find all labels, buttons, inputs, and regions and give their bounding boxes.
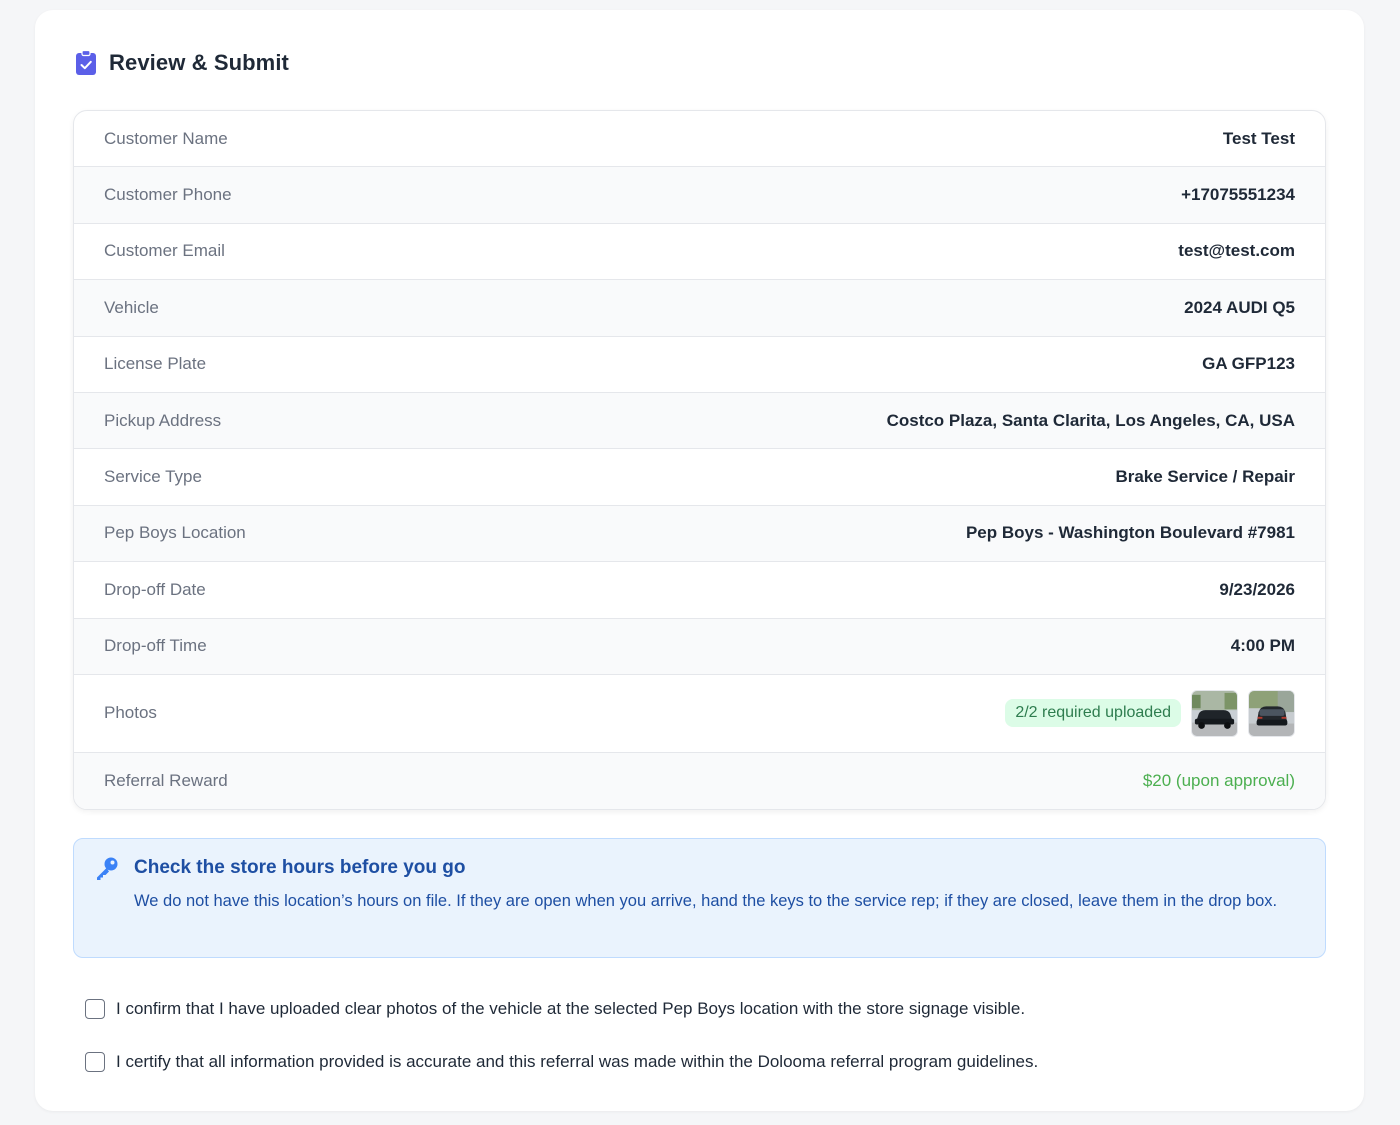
row-label: License Plate <box>104 354 207 374</box>
page-title: Review & Submit <box>109 50 289 75</box>
row-label: Photos <box>104 703 157 723</box>
row-photos: Photos 2/2 required uploaded <box>74 675 1325 753</box>
row-value: $20 (upon approval) <box>1142 771 1295 791</box>
row-value: Costco Plaza, Santa Clarita, Los Angeles… <box>886 410 1295 430</box>
key-icon <box>97 857 118 880</box>
row-pickup-address: Pickup Address Costco Plaza, Santa Clari… <box>74 392 1325 450</box>
confirm-photos-checkbox[interactable] <box>85 999 105 1019</box>
row-value: 4:00 PM <box>1230 636 1295 656</box>
row-label: Vehicle <box>104 297 159 317</box>
summary-table: Customer Name Test Test Customer Phone +… <box>73 110 1326 811</box>
row-value: 9/23/2026 <box>1219 579 1295 599</box>
row-label: Pep Boys Location <box>104 523 246 543</box>
confirm-photos-row[interactable]: I confirm that I have uploaded clear pho… <box>85 999 1025 1019</box>
row-label: Drop-off Date <box>104 579 206 599</box>
row-service-type: Service Type Brake Service / Repair <box>74 449 1325 506</box>
row-value: Test Test <box>1222 128 1295 148</box>
notice-body: We do not have this location’s hours on … <box>134 892 1278 910</box>
photo-thumbnail[interactable] <box>1191 689 1238 737</box>
row-dropoff-time: Drop-off Time 4:00 PM <box>74 618 1325 675</box>
row-location: Pep Boys Location Pep Boys - Washington … <box>74 505 1325 563</box>
row-label: Service Type <box>104 467 202 487</box>
row-customer-name: Customer Name Test Test <box>74 111 1325 168</box>
row-label: Referral Reward <box>104 771 228 791</box>
certify-info-label: I certify that all information provided … <box>116 1052 1039 1071</box>
row-label: Pickup Address <box>104 410 222 430</box>
row-referral-reward: Referral Reward $20 (upon approval) <box>74 752 1325 810</box>
row-label: Drop-off Time <box>104 636 207 656</box>
certify-info-checkbox[interactable] <box>85 1052 105 1072</box>
row-value: Brake Service / Repair <box>1115 467 1295 487</box>
store-hours-notice: Check the store hours before you go We d… <box>73 838 1326 958</box>
confirm-photos-label: I confirm that I have uploaded clear pho… <box>116 999 1026 1018</box>
review-card: Review & Submit Customer Name Test Test … <box>35 10 1364 1111</box>
row-value: 2024 AUDI Q5 <box>1184 297 1295 317</box>
clipboard-check-icon <box>76 50 96 75</box>
row-value: test@test.com <box>1178 241 1295 261</box>
row-label: Customer Email <box>104 241 225 261</box>
row-value: GA GFP123 <box>1202 354 1295 374</box>
row-customer-phone: Customer Phone +17075551234 <box>74 167 1325 224</box>
row-value: +17075551234 <box>1181 185 1295 205</box>
certify-info-row[interactable]: I certify that all information provided … <box>85 1052 1038 1072</box>
upload-status-badge: 2/2 required uploaded <box>1005 699 1181 728</box>
row-customer-email: Customer Email test@test.com <box>74 224 1325 281</box>
row-dropoff-date: Drop-off Date 9/23/2026 <box>74 562 1325 619</box>
photo-group: 2/2 required uploaded <box>1005 689 1295 737</box>
photo-thumbnail[interactable] <box>1248 689 1295 737</box>
notice-title: Check the store hours before you go <box>134 857 466 878</box>
row-value: Pep Boys - Washington Boulevard #7981 <box>965 523 1295 543</box>
row-label: Customer Phone <box>104 185 232 205</box>
row-vehicle: Vehicle 2024 AUDI Q5 <box>74 280 1325 337</box>
row-license-plate: License Plate GA GFP123 <box>74 337 1325 393</box>
row-label: Customer Name <box>104 128 228 148</box>
section-header: Review & Submit <box>75 50 289 76</box>
